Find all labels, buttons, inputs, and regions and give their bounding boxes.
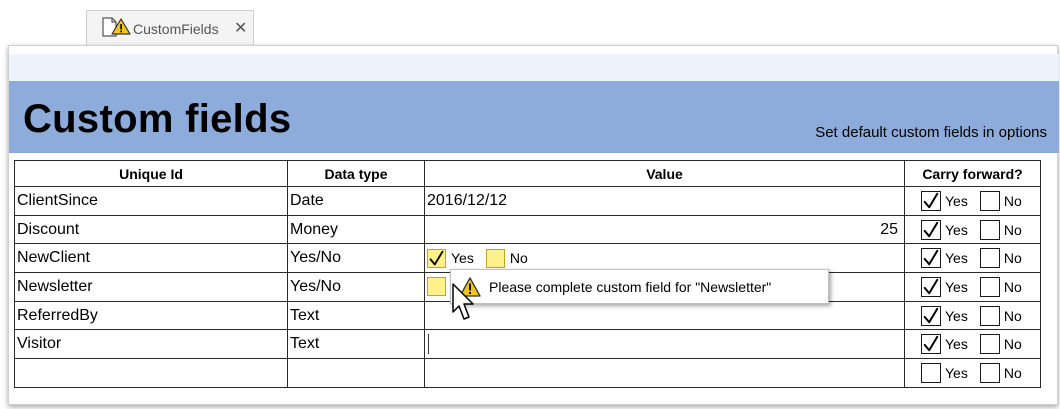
- carry-no-label: No: [1003, 364, 1022, 381]
- value-no-label: No: [509, 250, 528, 267]
- cell-carry-forward: Yes No: [904, 358, 1041, 388]
- carry-yes-checkbox[interactable]: [921, 334, 941, 355]
- carry-yes-label: Yes: [945, 250, 968, 267]
- carry-forward-options: Yes No: [921, 248, 1040, 269]
- value-yes-checkbox[interactable]: [427, 248, 446, 268]
- text-caret: [428, 334, 429, 355]
- cell-data-type[interactable]: [287, 358, 425, 388]
- checkmark-icon: [923, 250, 939, 266]
- options-link[interactable]: Set default custom fields in options: [815, 124, 1047, 141]
- carry-yes-checkbox[interactable]: [921, 219, 941, 240]
- header-carry-forward: Carry forward?: [904, 160, 1041, 187]
- carry-yes-label: Yes: [945, 278, 968, 295]
- value-no-checkbox[interactable]: [485, 248, 505, 268]
- carry-forward-options: Yes No: [921, 305, 1040, 326]
- carry-forward-options: Yes No: [921, 190, 1040, 211]
- cell-carry-forward: Yes No: [904, 214, 1041, 245]
- cell-value[interactable]: 2016/12/12: [424, 186, 905, 216]
- header-value: Value: [424, 160, 905, 187]
- carry-no-checkbox[interactable]: [979, 219, 1000, 240]
- carry-yes-label: Yes: [945, 336, 968, 353]
- mouse-pointer-icon: [452, 283, 474, 320]
- cell-value[interactable]: [424, 358, 905, 388]
- carry-no-checkbox[interactable]: [979, 190, 1000, 211]
- cell-value[interactable]: [424, 329, 905, 360]
- carry-yes-checkbox[interactable]: [921, 248, 941, 269]
- cell-carry-forward: Yes No: [904, 243, 1041, 274]
- value-yes-label: Yes: [451, 250, 474, 267]
- table-row: ClientSince Date 2016/12/12 Yes No: [14, 186, 1041, 216]
- page-banner: Custom fields Set default custom fields …: [9, 81, 1059, 153]
- carry-no-label: No: [1003, 278, 1022, 295]
- carry-no-checkbox[interactable]: [979, 334, 1000, 355]
- carry-no-label: No: [1003, 250, 1022, 267]
- carry-yes-label: Yes: [945, 364, 968, 381]
- cell-data-type[interactable]: Yes/No: [287, 243, 425, 274]
- table-row: Visitor Text Yes No: [14, 329, 1041, 360]
- cell-unique-id[interactable]: Discount: [14, 214, 288, 245]
- checkmark-icon: [923, 336, 939, 352]
- cell-carry-forward: Yes No: [904, 300, 1041, 331]
- cell-unique-id[interactable]: ClientSince: [14, 186, 288, 216]
- cell-unique-id[interactable]: ReferredBy: [14, 300, 288, 331]
- checkmark-icon: [923, 307, 939, 323]
- carry-no-checkbox[interactable]: [979, 248, 1000, 269]
- cell-data-type[interactable]: Date: [287, 186, 425, 216]
- tab-strip: CustomFields ✕: [0, 0, 1060, 46]
- carry-no-label: No: [1003, 307, 1022, 324]
- carry-yes-label: Yes: [945, 307, 968, 324]
- cell-carry-forward: Yes No: [904, 329, 1041, 360]
- tab-label: CustomFields: [133, 21, 219, 37]
- carry-yes-checkbox[interactable]: [921, 362, 941, 383]
- header-unique-id: Unique Id: [14, 160, 288, 187]
- carry-no-checkbox[interactable]: [979, 276, 1000, 297]
- cell-unique-id[interactable]: Newsletter: [14, 272, 288, 302]
- value-yes-checkbox[interactable]: [427, 277, 446, 297]
- carry-forward-options: Yes No: [921, 362, 1040, 383]
- table-row: Discount Money 25 Yes No: [14, 214, 1041, 245]
- checkmark-icon: [923, 221, 939, 237]
- checkmark-icon: [923, 192, 939, 209]
- cell-data-type[interactable]: Text: [287, 300, 425, 331]
- table-header-row: Unique Id Data type Value Carry forward?: [14, 160, 1041, 187]
- cell-unique-id[interactable]: Visitor: [14, 329, 288, 360]
- tooltip-message: Please complete custom field for "Newsle…: [489, 279, 772, 295]
- cell-value[interactable]: 25: [424, 214, 905, 245]
- checkmark-icon: [923, 278, 939, 295]
- cell-data-type[interactable]: Yes/No: [287, 272, 425, 302]
- tab-customfields[interactable]: CustomFields ✕: [86, 10, 254, 46]
- table-row: Yes No: [14, 358, 1041, 388]
- carry-no-label: No: [1003, 192, 1022, 209]
- carry-no-checkbox[interactable]: [979, 362, 1000, 383]
- page-title: Custom fields: [23, 97, 292, 141]
- cell-data-type[interactable]: Text: [287, 329, 425, 360]
- carry-no-label: No: [1003, 336, 1022, 353]
- checkmark-icon: [429, 250, 444, 266]
- header-data-type: Data type: [287, 160, 425, 187]
- cell-data-type[interactable]: Money: [287, 214, 425, 245]
- carry-yes-checkbox[interactable]: [921, 276, 941, 297]
- cell-value[interactable]: [424, 300, 905, 331]
- carry-no-checkbox[interactable]: [979, 305, 1000, 326]
- cell-unique-id[interactable]: NewClient: [14, 243, 288, 274]
- carry-forward-options: Yes No: [921, 334, 1040, 355]
- carry-no-label: No: [1003, 221, 1022, 238]
- value-yes-no: Yes No: [427, 248, 904, 268]
- carry-yes-label: Yes: [945, 192, 968, 209]
- cell-carry-forward: Yes No: [904, 272, 1041, 302]
- carry-yes-checkbox[interactable]: [921, 190, 941, 211]
- top-band: [9, 54, 1059, 81]
- carry-forward-options: Yes No: [921, 219, 1040, 240]
- carry-yes-label: Yes: [945, 221, 968, 238]
- validation-tooltip: Please complete custom field for "Newsle…: [450, 269, 829, 304]
- carry-yes-checkbox[interactable]: [921, 305, 941, 326]
- document-warning-icon: [102, 17, 131, 37]
- table-row: ReferredBy Text Yes No: [14, 300, 1041, 331]
- cell-carry-forward: Yes No: [904, 186, 1041, 216]
- carry-forward-options: Yes No: [921, 276, 1040, 297]
- cell-unique-id[interactable]: [14, 358, 288, 388]
- close-icon[interactable]: ✕: [234, 18, 247, 38]
